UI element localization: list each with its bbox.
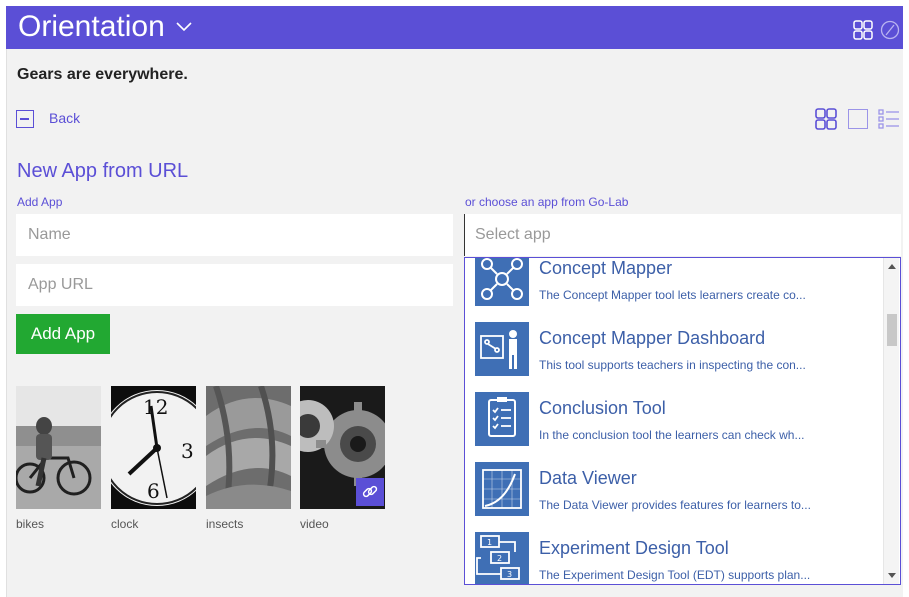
page-title[interactable]: Orientation: [18, 9, 165, 45]
list-scrollbar[interactable]: [883, 258, 899, 584]
phase-heading: Gears are everywhere.: [17, 66, 188, 83]
bikes-thumbnail[interactable]: [16, 386, 101, 509]
grid-view-icon[interactable]: [853, 20, 873, 40]
app-name: Conclusion Tool: [539, 398, 666, 418]
app-description: The Experiment Design Tool (EDT) support…: [539, 568, 811, 582]
app-url-input[interactable]: [16, 264, 453, 306]
svg-text:3: 3: [507, 570, 512, 579]
scroll-down-icon[interactable]: [888, 573, 896, 578]
svg-text:3: 3: [181, 439, 194, 463]
svg-text:12: 12: [143, 395, 168, 419]
checklist-icon: [475, 392, 529, 446]
thumbnail-label: bikes: [16, 517, 45, 531]
add-app-button[interactable]: Add App: [16, 314, 110, 354]
back-link[interactable]: Back: [49, 110, 80, 126]
link-icon[interactable]: [356, 478, 384, 506]
new-app-title: New App from URL: [17, 160, 189, 182]
choose-app-label: or choose an app from Go-Lab: [465, 195, 629, 209]
svg-text:6: 6: [147, 479, 160, 503]
clock-icon[interactable]: [880, 20, 900, 40]
chart-icon: [475, 462, 529, 516]
clock-thumbnail[interactable]: 12 3 6: [111, 386, 196, 509]
app-name: Concept Mapper Dashboard: [539, 328, 766, 348]
list-layout-icon[interactable]: [878, 108, 900, 130]
app-name: Concept Mapper: [539, 258, 673, 278]
flowchart-icon: 1 2 3: [475, 532, 529, 584]
app-name: Data Viewer: [539, 468, 637, 488]
add-app-label: Add App: [17, 195, 63, 209]
list-item-conclusion-tool[interactable]: Conclusion Tool In the conclusion tool t…: [465, 384, 883, 454]
svg-text:2: 2: [497, 554, 502, 563]
app-name-input[interactable]: [16, 214, 453, 256]
scroll-up-icon[interactable]: [888, 264, 896, 269]
top-bar: Orientation: [6, 6, 903, 49]
app-description: The Concept Mapper tool lets learners cr…: [539, 288, 806, 302]
list-item-concept-mapper[interactable]: Concept Mapper The Concept Mapper tool l…: [465, 258, 883, 314]
list-item-experiment-design-tool[interactable]: 1 2 3 Experiment Design Tool The Experim…: [465, 524, 883, 584]
app-dropdown-list[interactable]: Concept Mapper The Concept Mapper tool l…: [464, 257, 901, 585]
concept-map-icon: [475, 258, 529, 306]
list-item-data-viewer[interactable]: Data Viewer The Data Viewer provides fea…: [465, 454, 883, 524]
list-item-concept-mapper-dashboard[interactable]: Concept Mapper Dashboard This tool suppo…: [465, 314, 883, 384]
app-description: This tool supports teachers in inspectin…: [539, 358, 806, 372]
app-description: The Data Viewer provides features for le…: [539, 498, 811, 512]
app-description: In the conclusion tool the learners can …: [539, 428, 805, 442]
single-layout-icon[interactable]: [848, 109, 868, 129]
svg-text:1: 1: [487, 538, 492, 547]
thumbnail-label: insects: [206, 517, 244, 531]
app-name: Experiment Design Tool: [539, 538, 729, 558]
thumbnail-label: video: [300, 517, 329, 531]
teacher-dashboard-icon: [475, 322, 529, 376]
chevron-down-icon[interactable]: [174, 16, 194, 36]
insects-thumbnail[interactable]: [206, 386, 291, 509]
back-icon[interactable]: [16, 110, 34, 128]
scroll-thumb[interactable]: [887, 314, 897, 346]
thumbnail-label: clock: [111, 517, 139, 531]
grid-layout-icon[interactable]: [815, 108, 837, 130]
select-app-input[interactable]: [464, 214, 901, 256]
